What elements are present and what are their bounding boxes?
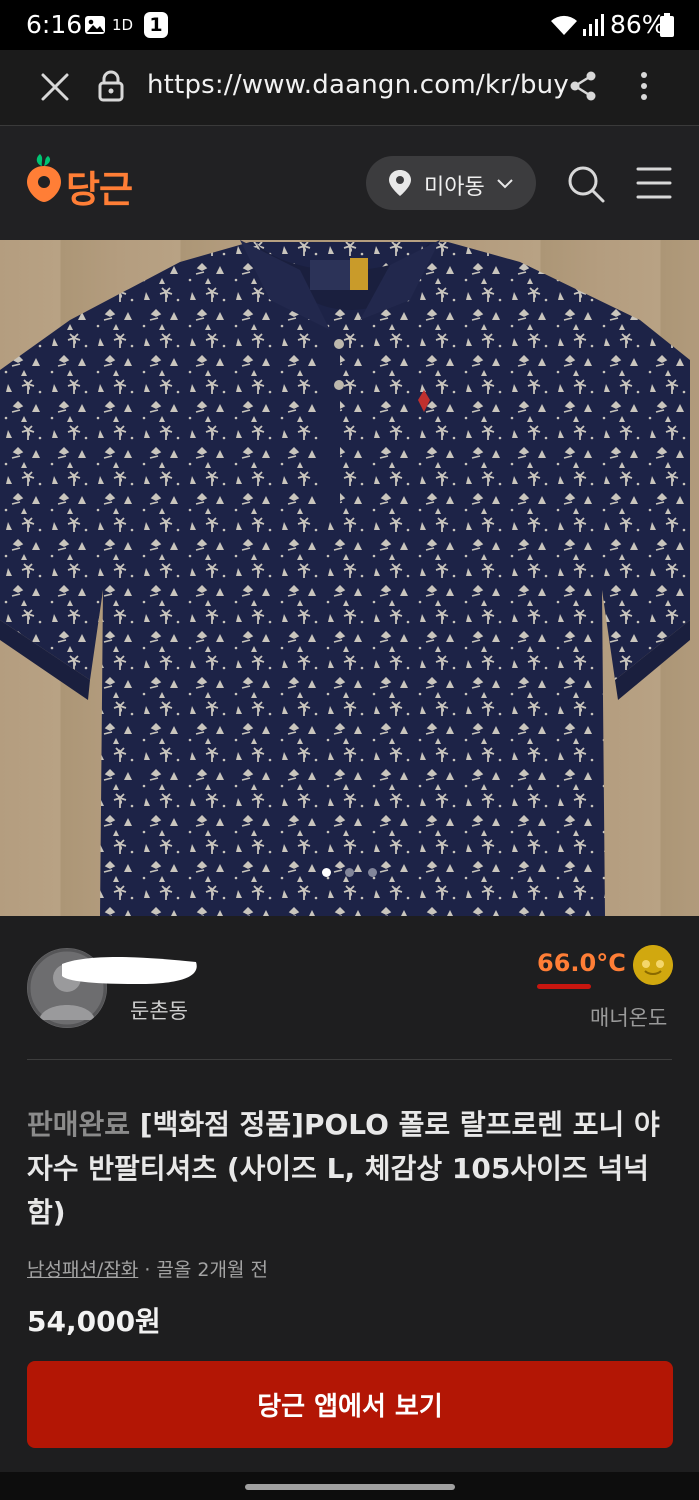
listing-title: 판매완료 [백화점 정품]POLO 폴로 랄프로렌 포니 야자수 반팔티셔츠 (…: [27, 1103, 672, 1235]
lock-icon[interactable]: [98, 70, 124, 102]
logo-text[interactable]: 당근: [66, 159, 133, 213]
smile-face-icon: [633, 945, 673, 985]
site-header: 당근 미아동: [0, 126, 699, 240]
category-link[interactable]: 남성패션/잡화: [27, 1259, 138, 1281]
url-bar[interactable]: https://www.daangn.com/kr/buy: [147, 70, 569, 100]
gallery-dot[interactable]: [368, 868, 377, 877]
polo-shirt-image: [0, 240, 690, 916]
carrot-logo-icon[interactable]: [26, 152, 62, 204]
manner-temperature: 66.0°C: [537, 949, 626, 977]
share-icon[interactable]: [569, 70, 597, 102]
wifi-icon: [551, 15, 577, 35]
location-label: 미아동: [424, 175, 485, 200]
open-in-app-button[interactable]: 당근 앱에서 보기: [27, 1361, 673, 1448]
product-image[interactable]: [0, 240, 699, 916]
system-nav-bar: [0, 1472, 699, 1500]
seller-name-redaction: [62, 957, 197, 984]
section-divider: [27, 1059, 672, 1060]
status-time: 6:16: [26, 10, 83, 39]
manner-temperature-label: 매너온도: [590, 1006, 668, 1030]
gallery-dot[interactable]: [322, 868, 331, 877]
listing-status: 판매완료: [27, 1108, 131, 1141]
chevron-down-icon: [497, 179, 513, 189]
sim-indicator-icon: 1D: [112, 16, 134, 34]
listing-time: · 끌올 2개월 전: [138, 1259, 268, 1281]
search-icon[interactable]: [566, 164, 606, 204]
listing-meta: 남성패션/잡화 · 끌올 2개월 전: [27, 1255, 268, 1282]
notification-badge-icon: 1: [144, 12, 168, 38]
signal-icon: [583, 14, 604, 36]
gallery-notification-icon: [85, 16, 105, 34]
manner-temperature-bar: [537, 984, 591, 989]
gallery-pagination: [0, 862, 699, 881]
more-options-icon[interactable]: [638, 70, 650, 102]
status-bar: 6:16 1D 1 86%: [0, 0, 699, 50]
gallery-dot[interactable]: [345, 868, 354, 877]
browser-toolbar: https://www.daangn.com/kr/buy: [0, 50, 699, 126]
seller-location: 둔촌동: [130, 999, 188, 1023]
battery-icon: [660, 13, 674, 37]
menu-icon[interactable]: [636, 166, 672, 200]
location-selector[interactable]: 미아동: [366, 156, 536, 210]
battery-percent: 86%: [610, 10, 666, 39]
home-gesture-handle[interactable]: [245, 1484, 455, 1490]
listing-price: 54,000원: [27, 1305, 161, 1338]
close-icon[interactable]: [40, 72, 70, 102]
location-pin-icon: [389, 170, 411, 196]
